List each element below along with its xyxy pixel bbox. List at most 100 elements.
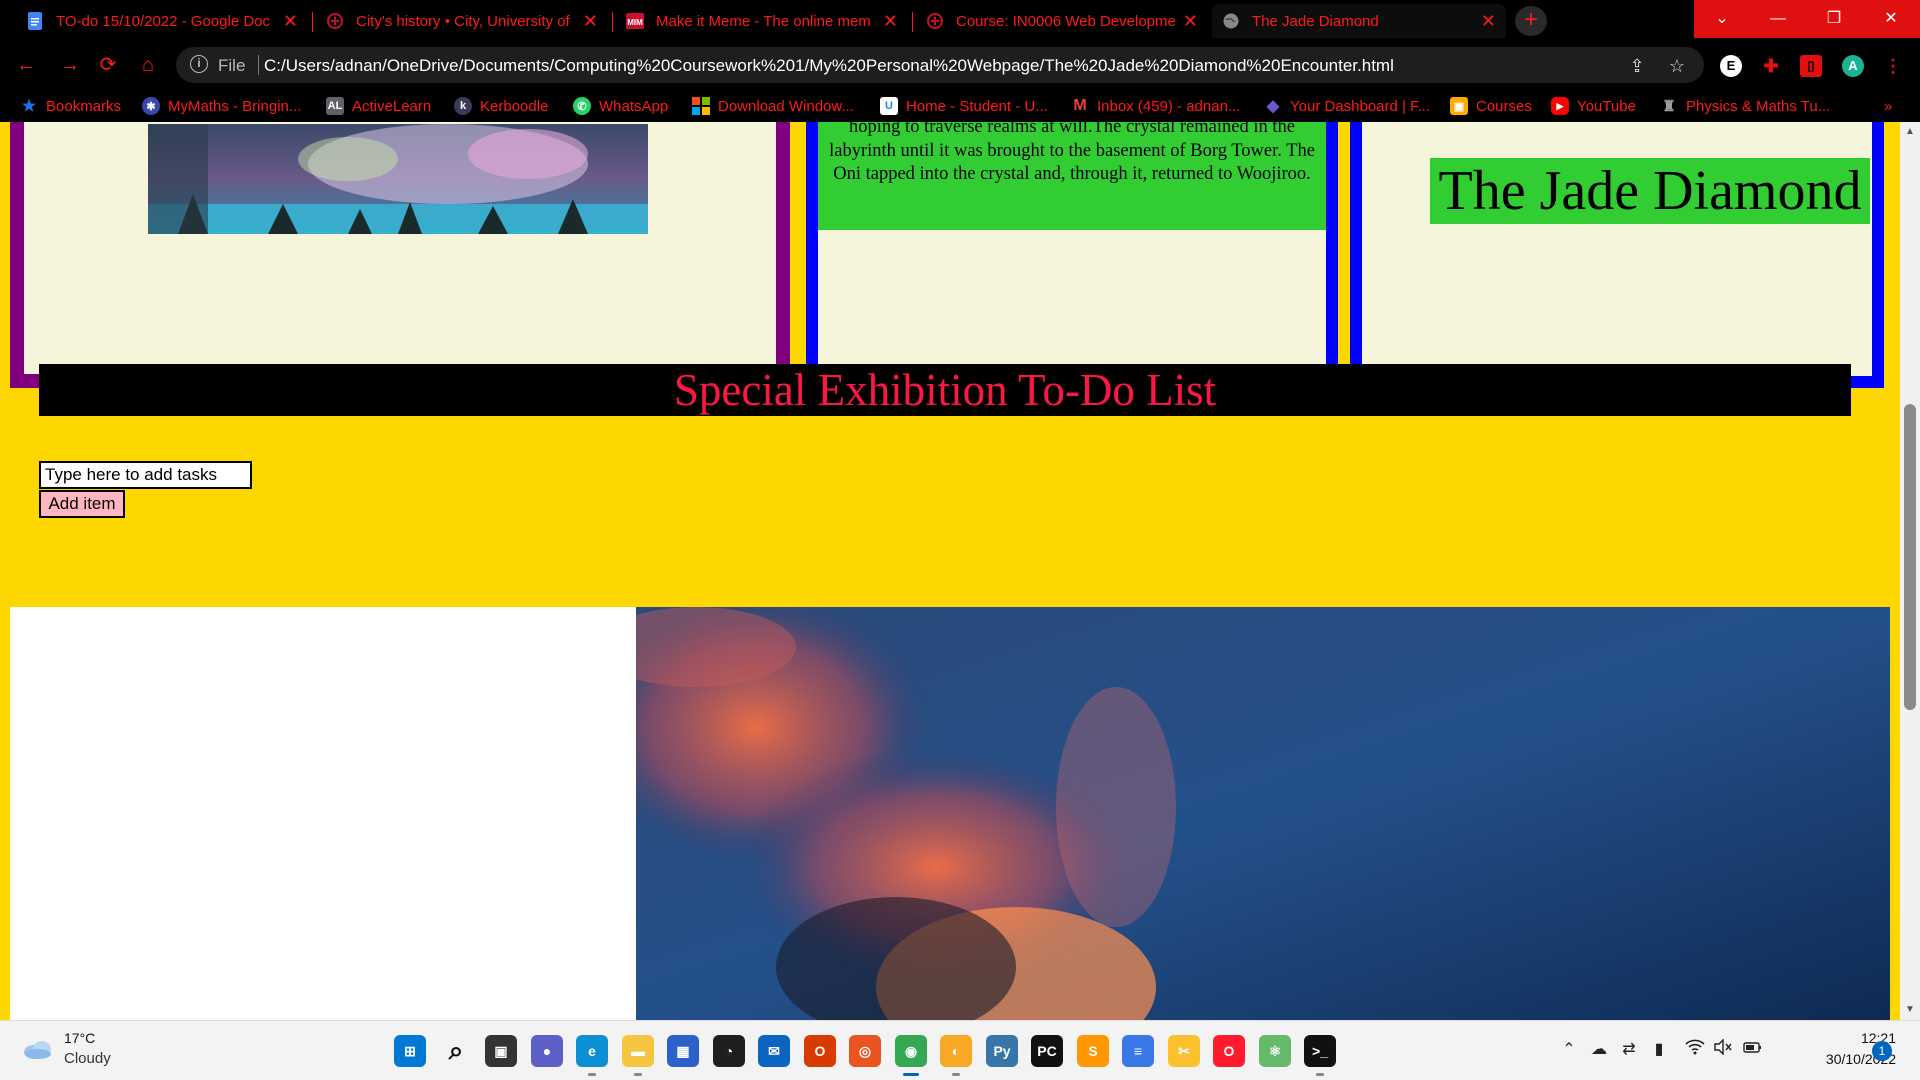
tab-separator (912, 12, 913, 32)
address-bar[interactable]: i File C:/Users/adnan/OneDrive/Documents… (176, 47, 1704, 83)
python-icon[interactable]: Py (986, 1035, 1018, 1067)
tab-todo-doc[interactable]: TO-do 15/10/2022 - Google Doc ✕ (16, 4, 308, 38)
audio-levels-icon[interactable]: ▮ (1648, 1039, 1670, 1061)
bookmark-star-icon[interactable]: ☆ (1666, 55, 1688, 77)
bookmarks-bar: ★ Bookmarks ✱ MyMaths - Bringin... AL Ac… (0, 88, 1920, 122)
page-scrollbar[interactable]: ▲ ▼ (1900, 122, 1920, 1020)
story-paragraph: hoping to traverse realms at will.The cr… (818, 122, 1326, 230)
microsoft-store-icon[interactable]: ▦ (667, 1035, 699, 1067)
close-tab-icon[interactable]: ✕ (1183, 11, 1198, 32)
close-tab-icon[interactable]: ✕ (1481, 11, 1496, 32)
weather-temperature[interactable]: 17°C (64, 1030, 95, 1046)
side-panel-icon[interactable]: ▯ (1800, 55, 1822, 77)
dashboard-icon: ◆ (1266, 98, 1280, 115)
notepad-icon[interactable]: ≡ (1122, 1035, 1154, 1067)
tor-browser-icon[interactable]: ◐ (940, 1035, 972, 1067)
evernote-extension-icon[interactable]: E (1720, 55, 1742, 77)
city-university-icon (326, 12, 344, 30)
scrollbar-thumb[interactable] (1904, 404, 1916, 710)
bookmark-mymaths[interactable]: ✱ MyMaths - Bringin... (142, 96, 301, 116)
chrome-icon[interactable]: ◉ (895, 1035, 927, 1067)
activelearn-icon: AL (326, 97, 344, 115)
notification-badge[interactable]: 1 (1872, 1041, 1892, 1061)
sublime-text-icon[interactable]: S (1077, 1035, 1109, 1067)
tab-make-it-meme[interactable]: MIM Make it Meme - The online mem ✕ (616, 4, 908, 38)
bookmark-unifrog[interactable]: U Home - Student - U... (880, 96, 1048, 116)
bookmark-courses[interactable]: ▣ Courses (1450, 96, 1532, 116)
bookmark-label: YouTube (1577, 97, 1636, 115)
info-icon[interactable]: i (190, 55, 208, 73)
edge-icon[interactable]: e (576, 1035, 608, 1067)
mail-icon[interactable]: ✉ (758, 1035, 790, 1067)
forward-arrow-icon[interactable]: → (56, 51, 84, 79)
scroll-down-arrow-icon[interactable]: ▼ (1900, 1004, 1920, 1016)
svg-text:MIM: MIM (627, 18, 643, 27)
speaker-muted-icon[interactable] (1712, 1038, 1734, 1061)
bookmark-bookmarks[interactable]: ★ Bookmarks (20, 96, 121, 116)
browser-toolbar: ← → ⟳ ⌂ i File C:/Users/adnan/OneDrive/D… (0, 42, 1920, 88)
office-icon[interactable]: O (804, 1035, 836, 1067)
back-arrow-icon[interactable]: ← (12, 51, 40, 79)
menu-kebab-icon[interactable]: ⋮ (1882, 55, 1904, 77)
bookmark-gmail[interactable]: M Inbox (459) - adnan... (1071, 96, 1240, 116)
search-icon[interactable]: ⌕ (440, 1035, 472, 1067)
battery-icon[interactable] (1742, 1039, 1764, 1061)
chevron-up-icon[interactable]: ⌃ (1558, 1039, 1580, 1061)
teams-chat-icon[interactable]: ● (531, 1035, 563, 1067)
new-tab-button[interactable]: + (1515, 6, 1547, 36)
pycharm-icon[interactable]: PC (1031, 1035, 1063, 1067)
extensions-puzzle-icon[interactable]: ✚ (1760, 55, 1782, 77)
todo-task-input[interactable] (39, 461, 252, 489)
tab-search-button[interactable]: ⌄ (1694, 0, 1750, 38)
bookmark-download-windows[interactable]: Download Window... (692, 96, 854, 116)
tab-strip: TO-do 15/10/2022 - Google Doc ✕ City's h… (0, 0, 1920, 42)
bookmark-label: Home - Student - U... (906, 97, 1048, 115)
settings-sliders-icon[interactable]: ⇄ (1618, 1039, 1640, 1061)
atom-icon[interactable]: ⚛ (1259, 1035, 1291, 1067)
tab-title: Course: IN0006 Web Developme (956, 12, 1176, 30)
windows-start-icon[interactable]: ⊞ (394, 1035, 426, 1067)
bookmark-youtube[interactable]: ▶ YouTube (1551, 96, 1636, 116)
cloud-weather-icon[interactable] (22, 1037, 54, 1061)
globe-icon (1222, 12, 1240, 30)
bookmark-activelearn[interactable]: AL ActiveLearn (326, 96, 431, 116)
terminal-icon[interactable]: >_ (1304, 1035, 1336, 1067)
running-app-indicator (1316, 1073, 1324, 1076)
reload-icon[interactable]: ⟳ (94, 51, 122, 79)
bookmark-pmt[interactable]: ♜ Physics & Maths Tu... (1660, 96, 1830, 116)
bookmark-kerboodle[interactable]: k Kerboodle (454, 96, 548, 116)
close-tab-icon[interactable]: ✕ (283, 11, 298, 32)
snipping-tool-icon[interactable]: ✂ (1168, 1035, 1200, 1067)
minimize-button[interactable]: — (1750, 0, 1806, 38)
close-window-button[interactable]: ✕ (1862, 0, 1920, 38)
opera-icon[interactable]: O (1213, 1035, 1245, 1067)
google-classroom-icon: ▣ (1450, 97, 1468, 115)
file-explorer-icon[interactable]: ▬ (622, 1035, 654, 1067)
fantasy-landscape-image (148, 124, 648, 234)
address-url[interactable]: C:/Users/adnan/OneDrive/Documents/Comput… (264, 56, 1394, 76)
tab-course-in0006[interactable]: Course: IN0006 Web Developme ✕ (916, 4, 1208, 38)
home-icon[interactable]: ⌂ (134, 51, 162, 79)
gmail-icon: M (1073, 97, 1087, 114)
add-item-button[interactable]: Add item (39, 490, 125, 518)
tab-title: TO-do 15/10/2022 - Google Doc (56, 12, 271, 30)
weather-condition[interactable]: Cloudy (64, 1050, 111, 1067)
tab-city-history[interactable]: City's history • City, University of ✕ (316, 4, 608, 38)
tab-separator (612, 12, 613, 32)
bookmark-label: Courses (1476, 97, 1532, 115)
wifi-icon[interactable] (1684, 1039, 1706, 1061)
close-tab-icon[interactable]: ✕ (883, 11, 898, 32)
bookmark-whatsapp[interactable]: ✆ WhatsApp (573, 96, 668, 116)
scroll-up-arrow-icon[interactable]: ▲ (1900, 126, 1920, 138)
onedrive-sync-icon[interactable]: ☁ (1588, 1039, 1610, 1061)
tab-jade-diamond-active[interactable]: The Jade Diamond ✕ (1212, 4, 1506, 38)
ubuntu-icon[interactable]: ◎ (849, 1035, 881, 1067)
bookmark-dashboard[interactable]: ◆ Your Dashboard | F... (1264, 96, 1430, 116)
bookmarks-overflow-button[interactable]: » (1884, 96, 1892, 116)
performance-icon[interactable]: ◔ (713, 1035, 745, 1067)
profile-avatar[interactable]: A (1842, 55, 1864, 77)
share-icon[interactable]: ⇪ (1626, 55, 1648, 77)
close-tab-icon[interactable]: ✕ (583, 11, 598, 32)
task-view-icon[interactable]: ▣ (485, 1035, 517, 1067)
restore-button[interactable]: ❐ (1806, 0, 1862, 38)
